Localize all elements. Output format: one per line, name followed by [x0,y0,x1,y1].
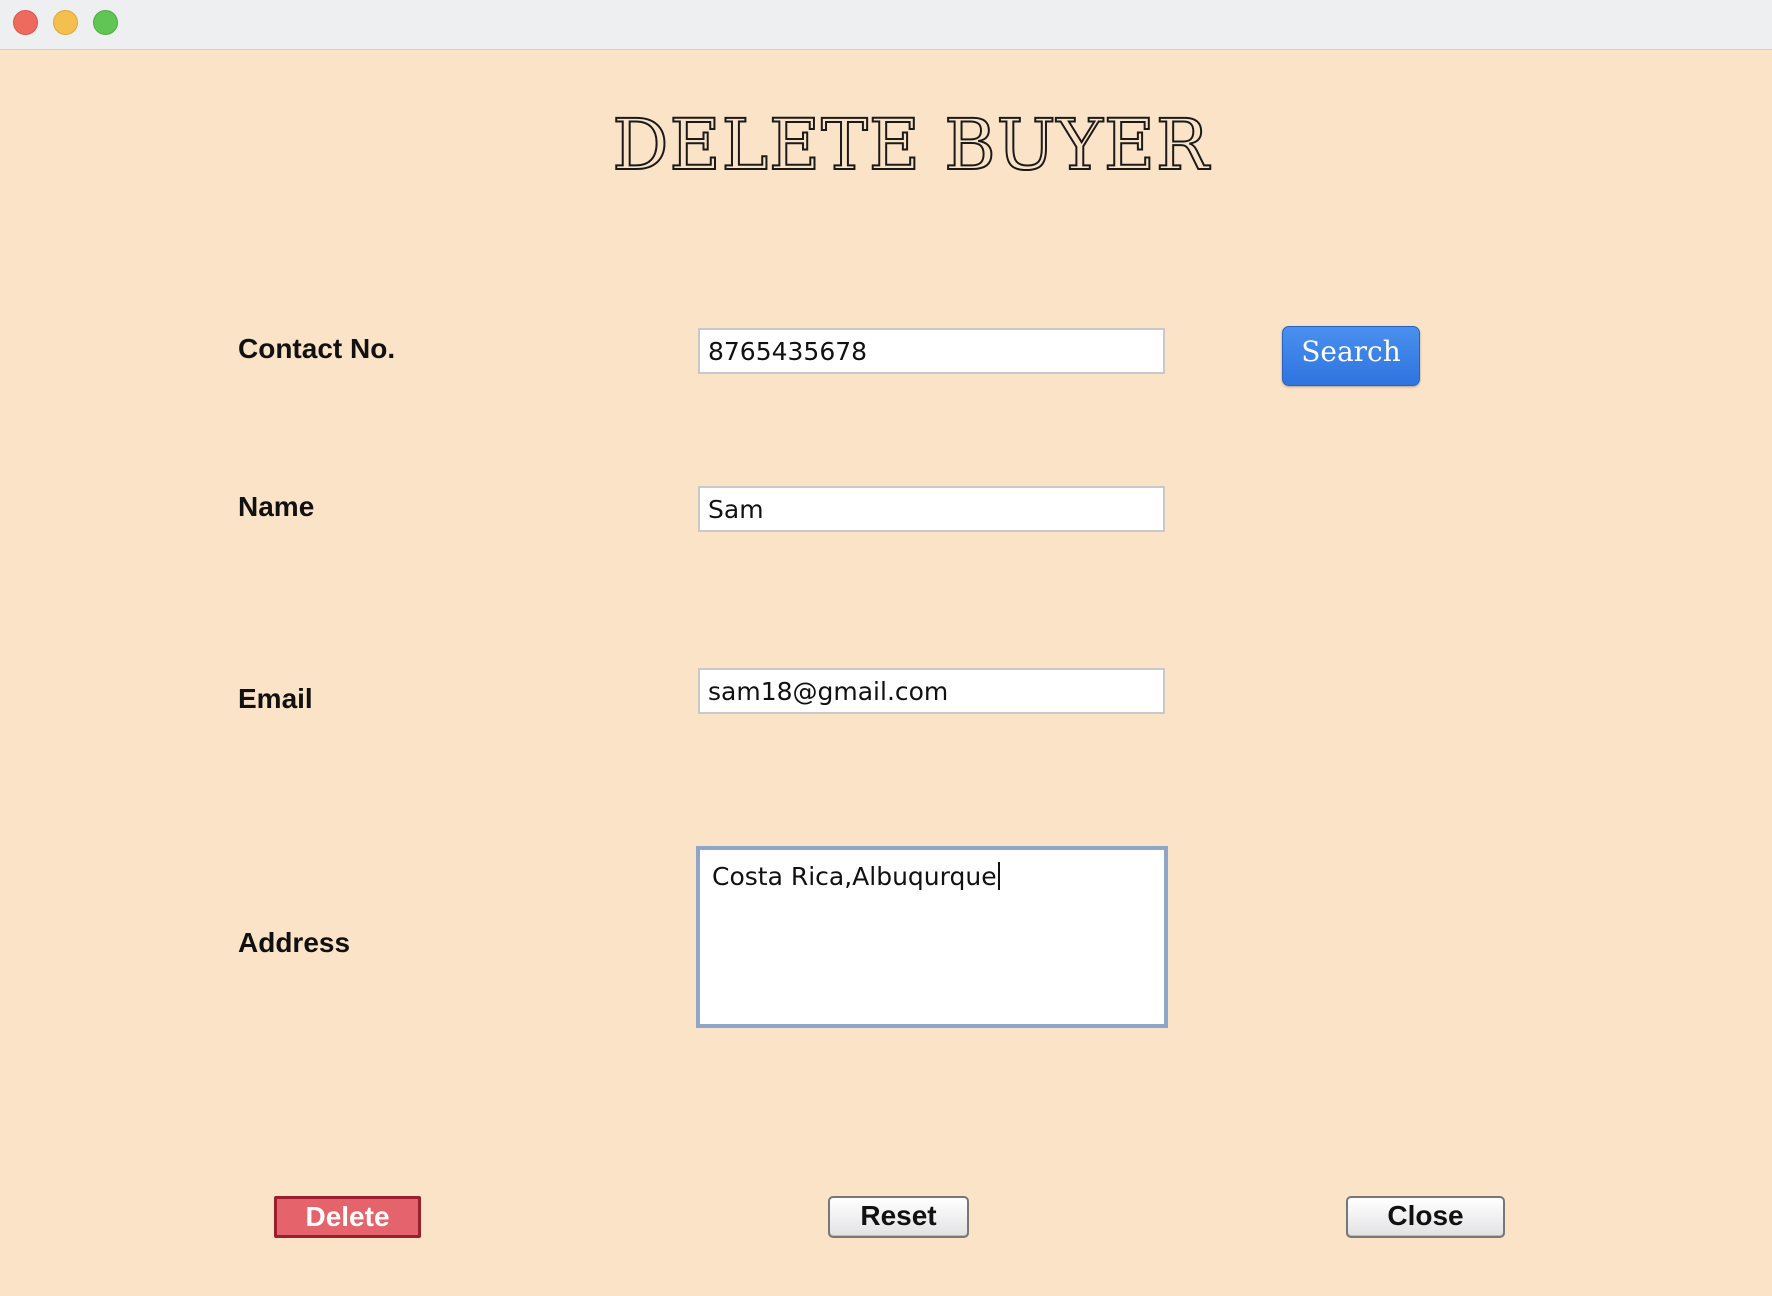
name-label: Name [238,491,315,522]
window-minimize-icon[interactable] [53,10,78,35]
reset-button[interactable]: Reset [828,1196,969,1238]
contact-label: Contact No. [238,333,396,364]
email-input[interactable] [698,668,1165,714]
delete-button[interactable]: Delete [274,1196,421,1238]
page-title: DELETE BUYER [611,103,1210,187]
address-textarea[interactable]: Costa Rica,Albuqurque [696,846,1168,1028]
title-bar [0,0,1772,50]
email-label: Email [238,683,313,714]
window-close-icon[interactable] [13,10,38,35]
delete-buyer-window: DELETE BUYER Contact No. Search Name Ema… [0,0,1772,1296]
search-button[interactable]: Search [1282,326,1420,386]
window-maximize-icon[interactable] [93,10,118,35]
close-button[interactable]: Close [1346,1196,1505,1238]
contact-input[interactable] [698,328,1165,374]
text-caret [997,862,1000,890]
address-text: Costa Rica,Albuqurque [712,862,997,891]
name-input[interactable] [698,486,1165,532]
address-label: Address [238,927,351,958]
